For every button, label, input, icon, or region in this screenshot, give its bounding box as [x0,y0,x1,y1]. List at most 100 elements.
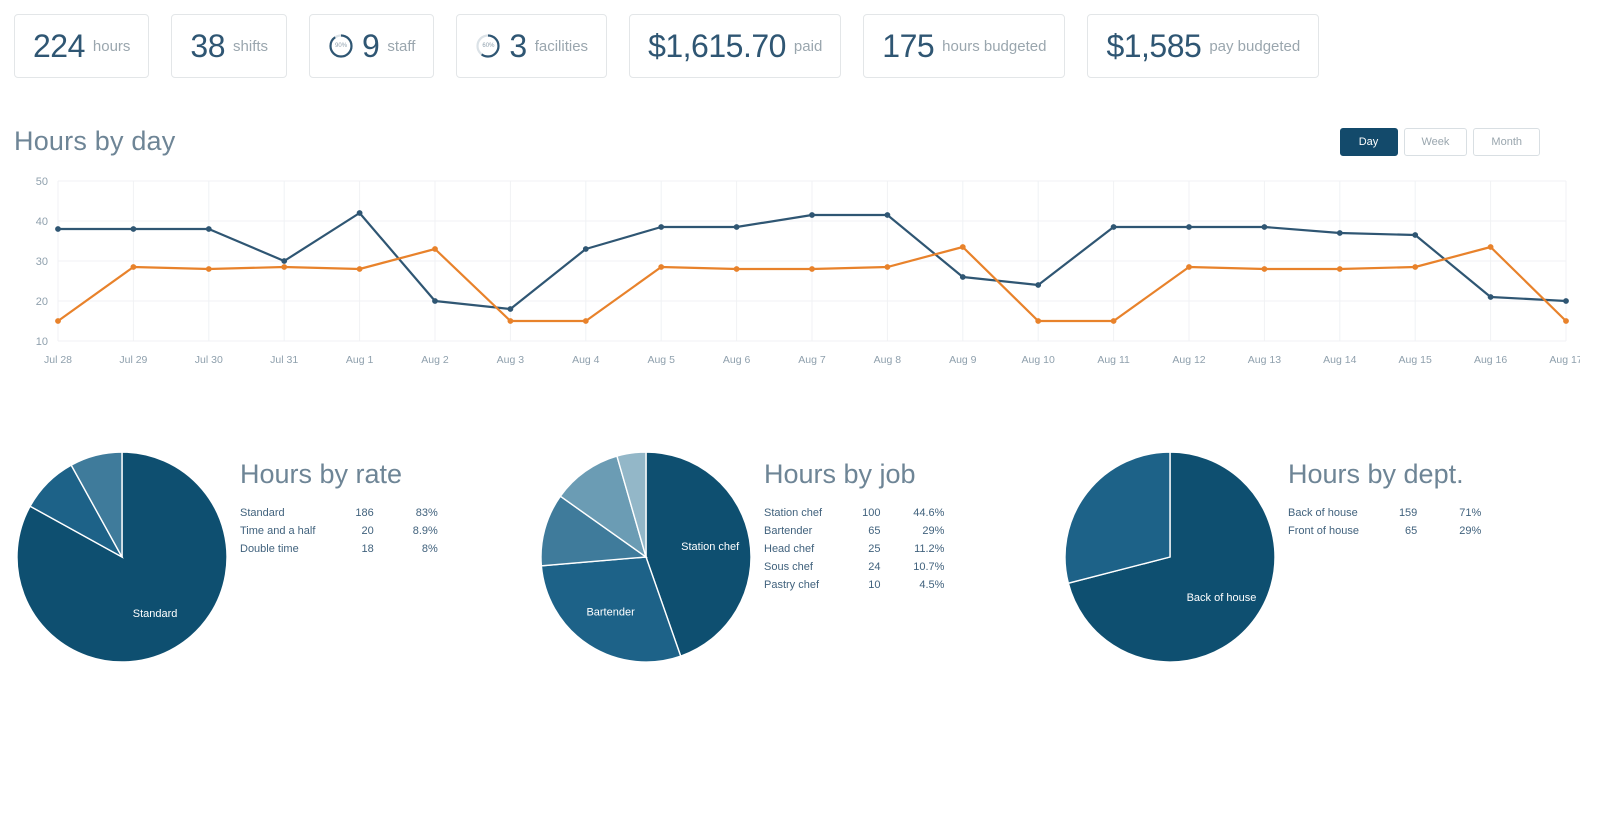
kpi-card-shifts: 38 shifts [171,14,288,78]
kpi-label: paid [793,37,823,55]
data-point [1261,224,1268,230]
data-point [1035,282,1042,288]
legend-row: Bartender 65 29% [764,522,944,540]
x-axis-tick: Aug 8 [874,354,902,366]
data-point [959,244,966,250]
x-axis-tick: Aug 15 [1399,354,1432,366]
legend-percent: 4.5% [919,579,945,591]
data-point [1336,266,1343,272]
legend-row: Pastry chef 10 4.5% [764,576,944,594]
legend-table: Station chef 100 44.6% Bartender 65 29% Head c… [764,504,944,594]
legend-label: Standard [240,507,285,519]
data-point [1110,224,1117,230]
data-point [658,224,665,230]
legend-label: Front of house [1288,525,1359,537]
pie-slice-label: Back of house [1187,592,1257,604]
legend-label: Bartender [764,525,813,537]
legend-row: Double time 18 8% [240,540,438,558]
range-button-month[interactable]: Month [1473,127,1540,156]
legend-row: Station chef 100 44.6% [764,504,944,522]
data-point [1110,318,1117,324]
range-button-week[interactable]: Week [1403,127,1468,156]
legend-percent: 29% [922,525,945,537]
data-point [1035,318,1042,324]
data-point [1563,318,1569,324]
legend-value: 65 [868,525,881,537]
data-point [356,210,363,216]
y-axis-tick: 30 [36,256,48,268]
legend-row: Standard 186 83% [240,504,438,522]
legend-value: 20 [361,525,374,537]
kpi-label: shifts [233,37,269,55]
x-axis-tick: Jul 29 [119,354,147,366]
data-point [1186,264,1192,270]
data-point [959,274,966,280]
legend-row: Time and a half 20 8.9% [240,522,438,540]
data-point [507,306,514,312]
legend-label: Double time [240,543,299,555]
x-axis-tick: Aug 6 [723,354,751,366]
x-axis-tick: Aug 3 [497,354,525,366]
legend-table: Back of house 159 71% Front of house 65 29% [1288,504,1481,540]
pie-block-hours-by-dept: Back of house Hours by dept. Back of house… [1062,449,1586,665]
pie-slice-label: Bartender [586,607,635,619]
x-axis-tick: Aug 1 [346,354,374,366]
data-point [884,212,891,218]
x-axis-tick: Aug 13 [1248,354,1281,366]
data-point [130,226,137,232]
legend-label: Sous chef [764,561,813,573]
legend-row: Head chef 25 11.2% [764,540,944,558]
legend-value: 186 [355,507,374,519]
x-axis-tick: Jul 30 [195,354,223,366]
data-point [809,212,815,218]
y-axis-tick: 10 [36,336,48,348]
data-point [55,226,61,232]
pie-legend-panel: Hours by rate Standard 186 83% Time and a ha… [240,449,438,558]
pie-slice-label: Station chef [681,541,740,553]
pie-legend-panel: Hours by dept. Back of house 159 71% Front o… [1288,449,1481,540]
kpi-value: $1,585 [1106,27,1202,64]
legend-percent: 29% [1459,525,1482,537]
legend-table: Standard 186 83% Time and a half 20 8.9% Doubl… [240,504,438,558]
data-point [809,266,815,272]
kpi-label: hours [92,37,131,55]
kpi-strip: 224 hours 38 shifts 90% 9 staff 60% 3 facilities $… [0,0,1600,92]
legend-label: Time and a half [240,525,316,537]
data-point [130,264,137,270]
data-point [1487,294,1494,300]
x-axis-tick: Aug 9 [949,354,977,366]
legend-percent: 11.2% [914,543,945,555]
donut-progress-icon: 60% [475,33,501,59]
pie-title: Hours by rate [240,459,403,489]
x-axis-tick: Aug 17 [1549,354,1580,366]
kpi-value: 9 [362,27,380,64]
x-axis-tick: Aug 5 [647,354,675,366]
kpi-card-facilities: 60% 3 facilities [456,14,608,78]
pie-title: Hours by job [764,459,916,489]
legend-row: Back of house 159 71% [1288,504,1481,522]
data-point [205,226,212,232]
data-point [1412,232,1419,238]
data-point [281,258,288,264]
kpi-card-pay-budgeted: $1,585 pay budgeted [1087,14,1320,78]
pie-slice-label: Standard [133,608,178,620]
legend-value: 25 [868,543,881,555]
data-point [582,318,589,324]
range-button-day[interactable]: Day [1339,127,1398,156]
legend-value: 18 [361,543,374,555]
data-point [356,266,363,272]
pie-chart: Station chef Bartender [538,449,754,665]
kpi-value: 3 [509,27,527,64]
page-title: Hours by day [14,126,176,156]
legend-value: 100 [862,507,881,519]
legend-label: Head chef [764,543,815,555]
data-point [432,246,438,252]
pie-title: Hours by dept. [1288,459,1464,489]
kpi-value: $1,615.70 [648,27,786,64]
kpi-card-hours-budgeted: 175 hours budgeted [863,14,1066,78]
x-axis-tick: Aug 4 [572,354,600,366]
legend-percent: 8.9% [412,525,438,537]
panel-header: Hours by day Day Week Month [14,126,1586,157]
legend-percent: 10.7% [913,561,945,573]
pie-block-hours-by-rate: Standard Hours by rate Standard 186 83% Time … [14,449,538,665]
